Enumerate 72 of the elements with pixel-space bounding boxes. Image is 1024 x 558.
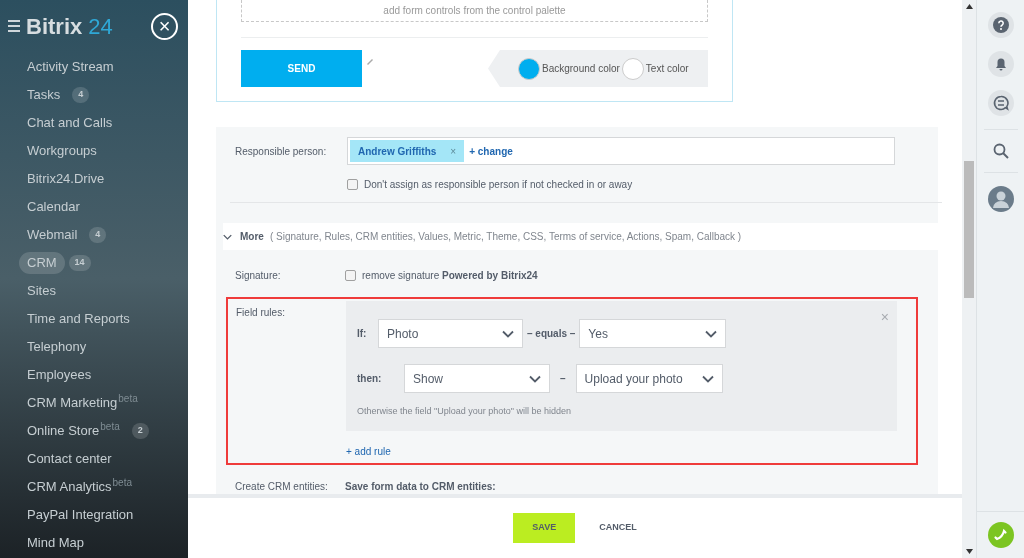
rule-label: then: [357, 372, 383, 386]
dropdown[interactable]: Upload your photo [575, 364, 723, 393]
scroll-up-icon[interactable] [965, 4, 973, 9]
sidebar-item[interactable]: CRM [19, 252, 65, 274]
sidebar-item[interactable]: Activity Stream [19, 57, 122, 77]
color-swatch[interactable] [518, 57, 540, 80]
dash-label: – [560, 372, 566, 386]
sidebar-item[interactable]: Mind Map [19, 533, 93, 553]
checkbox[interactable] [347, 179, 358, 190]
search-icon[interactable] [992, 143, 1009, 159]
sidebar-item[interactable]: PayPal Integration [19, 505, 142, 525]
avatar-icon[interactable] [987, 186, 1014, 212]
color-swatch[interactable] [621, 57, 644, 80]
field-label: Create CRM entities: [235, 480, 329, 494]
sidebar-item[interactable]: Workgroups [19, 141, 105, 161]
menu-icon[interactable] [8, 20, 20, 32]
sidebar-item[interactable]: CRM Marketing$^{beta}$ [19, 393, 146, 413]
sidebar-item[interactable]: Contact center [19, 449, 120, 469]
sidebar-item[interactable]: Telephony [19, 337, 95, 357]
cancel-button[interactable]: CANCEL [599, 521, 637, 535]
close-button[interactable]: × [151, 12, 178, 40]
chevron-down-icon [223, 232, 232, 241]
section-heading: Save form data to CRM entities: [345, 480, 496, 494]
scrollbar[interactable] [962, 0, 976, 558]
section-list: ( Signature, Rules, CRM entities, Values, Metric, Theme, CSS, Terms of service, Actions, Spam, Callback ) [269, 229, 742, 244]
checkbox-label: Don't assign as responsible person if not checked in or away [364, 178, 633, 192]
checkbox-label: remove signature Powered by Bitrix24 [362, 269, 538, 283]
counter-badge: 14 [68, 255, 91, 271]
chat-icon[interactable] [987, 90, 1014, 116]
person-name: Andrew Griffiths [358, 144, 437, 159]
dropdown[interactable]: Show [404, 364, 550, 393]
sidebar-item[interactable]: Tasks [19, 85, 69, 105]
operator-label: – equals – [527, 327, 576, 341]
more-toggle[interactable]: More [223, 229, 264, 244]
sidebar-item[interactable]: Online Store$^{beta}$ [19, 421, 128, 441]
field-label: Responsible person: [235, 144, 328, 159]
field-label: Field rules: [236, 306, 286, 320]
chevron-down-icon [701, 374, 714, 383]
color-label: Text color [645, 62, 689, 76]
rule-note: Otherwise the field "Upload your photo" will be hidden [357, 405, 572, 418]
add-rule-link[interactable]: + add rule [346, 444, 391, 459]
scroll-down-icon[interactable] [965, 549, 973, 554]
bell-icon[interactable] [987, 51, 1014, 77]
color-label: Background color [542, 62, 620, 76]
sidebar-item[interactable]: Employees [19, 365, 100, 385]
field-label: Signature: [235, 269, 282, 283]
sidebar-item[interactable]: Bitrix24.Drive [19, 169, 113, 189]
rule-label: If: [357, 327, 368, 341]
sidebar-item[interactable]: Calendar [19, 197, 88, 217]
sidebar-item[interactable]: Sites [19, 281, 64, 301]
help-icon[interactable] [987, 12, 1014, 38]
chevron-down-icon [502, 329, 514, 338]
placeholder-text: add form controls from the control palette [383, 4, 566, 18]
pencil-icon[interactable] [366, 56, 374, 65]
person-tag[interactable]: Andrew Griffiths × [350, 140, 465, 162]
sidebar-item[interactable]: Webmail [19, 225, 86, 245]
counter-badge: 4 [89, 227, 107, 243]
counter-badge: 4 [72, 87, 90, 103]
chevron-down-icon [529, 374, 541, 383]
scroll-thumb[interactable] [964, 160, 974, 298]
dropdown[interactable]: Photo [378, 319, 523, 348]
save-button[interactable]: SAVE [513, 513, 576, 543]
sidebar-item[interactable]: Chat and Calls [19, 113, 121, 133]
change-link[interactable]: + change [469, 143, 513, 159]
counter-badge: 2 [131, 423, 149, 439]
dropdown[interactable]: Yes [579, 319, 727, 348]
responsible-field[interactable]: Andrew Griffiths × + change [347, 137, 895, 165]
checkbox[interactable] [345, 270, 356, 281]
chevron-down-icon [705, 329, 718, 338]
sidebar-item[interactable]: Time and Reports [19, 309, 138, 329]
logo[interactable]: Bitrix 24 [26, 9, 113, 43]
sidebar-item[interactable]: CRM Analytics$^{beta}$ [19, 477, 140, 497]
